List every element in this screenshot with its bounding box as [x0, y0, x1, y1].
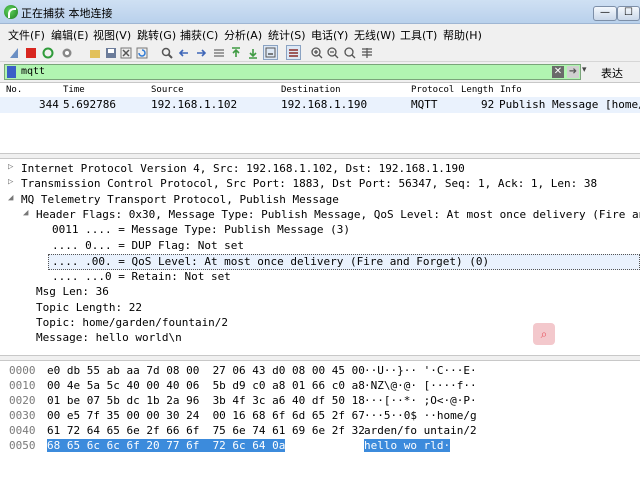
display-filter-input[interactable]: mqtt ✕ ➜	[4, 64, 581, 80]
start-capture-icon[interactable]	[6, 45, 21, 60]
menu-tools[interactable]: 工具(T)	[400, 27, 437, 43]
zoom-in-icon[interactable]	[309, 45, 324, 60]
capture-options-icon[interactable]	[59, 45, 74, 60]
go-forward-icon[interactable]	[193, 45, 208, 60]
hex-offset: 0000	[9, 364, 36, 377]
hex-offset: 0020	[9, 394, 36, 407]
title-bar: 正在捕获 本地连接 — ☐	[0, 0, 640, 24]
hex-ascii[interactable]: ··U··}·· '·C···E·	[364, 364, 477, 377]
column-length[interactable]: Length	[461, 85, 494, 95]
window-title: 正在捕获 本地连接	[21, 7, 113, 20]
packet-time: 5.692786	[63, 98, 116, 111]
menu-wireless[interactable]: 无线(W)	[354, 27, 395, 43]
main-toolbar	[0, 44, 640, 62]
restart-capture-icon[interactable]	[40, 45, 55, 60]
hex-ascii-selected[interactable]: hello wo rld·	[364, 439, 451, 452]
menu-edit[interactable]: 编辑(E)	[51, 27, 89, 43]
hex-ascii[interactable]: ···5··0$ ··home/g	[364, 409, 477, 422]
reload-file-icon[interactable]	[134, 45, 149, 60]
stop-capture-icon[interactable]	[23, 45, 38, 60]
hex-bytes[interactable]: 00 e5 7f 35 00 00 30 24 00 16 68 6f 6d 6…	[47, 409, 365, 422]
go-last-icon[interactable]	[245, 45, 260, 60]
menu-telephony[interactable]: 电话(Y)	[311, 27, 348, 43]
maximize-button[interactable]: ☐	[617, 6, 640, 21]
menu-help[interactable]: 帮助(H)	[443, 27, 482, 43]
display-filter-bar: mqtt ✕ ➜ ▾ 表达式…	[0, 62, 640, 96]
zoom-out-icon[interactable]	[325, 45, 340, 60]
filter-bookmark-icon[interactable]	[7, 66, 16, 78]
save-file-icon[interactable]	[103, 45, 118, 60]
packet-info: Publish Message [home/g	[499, 98, 640, 111]
clear-filter-icon[interactable]: ✕	[552, 66, 564, 78]
packet-protocol: MQTT	[411, 98, 438, 111]
hex-offset: 0040	[9, 424, 36, 437]
column-info[interactable]: Info	[500, 85, 522, 95]
hex-offset: 0050	[9, 439, 36, 452]
colorize-icon[interactable]	[286, 45, 301, 60]
minimize-button[interactable]: —	[593, 6, 617, 21]
find-packet-icon[interactable]	[159, 45, 174, 60]
hex-bytes[interactable]: 01 be 07 5b dc 1b 2a 96 3b 4f 3c a6 40 d…	[47, 394, 365, 407]
hex-ascii[interactable]: ·NZ\@·@· [····f··	[364, 379, 477, 392]
go-to-packet-icon[interactable]	[211, 45, 226, 60]
packet-details: ▷ Internet Protocol Version 4, Src: 192.…	[0, 159, 640, 356]
column-protocol[interactable]: Protocol	[411, 85, 454, 95]
search-icon[interactable]: ⌕	[533, 323, 555, 345]
hex-offset: 0010	[9, 379, 36, 392]
menu-file[interactable]: 文件(F)	[8, 27, 45, 43]
close-file-icon[interactable]	[118, 45, 133, 60]
hex-ascii[interactable]: arden/fo untain/2	[364, 424, 477, 437]
column-destination[interactable]: Destination	[281, 85, 341, 95]
column-time[interactable]: Time	[63, 85, 85, 95]
menu-view[interactable]: 视图(V)	[93, 27, 131, 43]
expand-arrow-icon[interactable]: ▷	[8, 162, 13, 172]
expand-arrow-icon[interactable]: ▷	[8, 177, 13, 187]
hex-bytes[interactable]: 61 72 64 65 6e 2f 66 6f 75 6e 74 61 69 6…	[47, 424, 365, 437]
packet-no: 344	[39, 98, 59, 111]
autoscroll-icon[interactable]	[263, 45, 278, 60]
packet-destination: 192.168.1.190	[281, 98, 368, 111]
menu-capture[interactable]: 捕获(C)	[180, 27, 218, 43]
packet-bytes: 0000 e0 db 55 ab aa 7d 08 00 27 06 43 d0…	[0, 360, 640, 481]
packet-source: 192.168.1.102	[151, 98, 238, 111]
go-first-icon[interactable]	[228, 45, 243, 60]
wireshark-fin-icon	[4, 5, 18, 19]
packet-length: 92	[481, 98, 495, 111]
hex-bytes[interactable]: e0 db 55 ab aa 7d 08 00 27 06 43 d0 08 0…	[47, 364, 365, 377]
packet-list: No. Time Source Destination Protocol Len…	[0, 82, 640, 154]
open-file-icon[interactable]	[87, 45, 102, 60]
filter-dropdown-icon[interactable]: ▾	[582, 65, 587, 75]
resize-columns-icon[interactable]	[359, 45, 374, 60]
menu-bar: 文件(F) 编辑(E) 视图(V) 跳转(G) 捕获(C) 分析(A) 统计(S…	[0, 24, 640, 44]
menu-analyze[interactable]: 分析(A)	[224, 27, 262, 43]
menu-statistics[interactable]: 统计(S)	[268, 27, 306, 43]
tree-item-qos-level[interactable]: .... .00. = QoS Level: At most once deli…	[48, 254, 640, 270]
apply-filter-icon[interactable]: ➜	[567, 66, 579, 78]
column-source[interactable]: Source	[151, 85, 184, 95]
column-no[interactable]: No.	[6, 85, 22, 95]
collapse-arrow-icon[interactable]: ◢	[8, 193, 13, 203]
filter-text: mqtt	[21, 66, 46, 77]
menu-go[interactable]: 跳转(G)	[137, 27, 176, 43]
collapse-arrow-icon[interactable]: ◢	[23, 208, 28, 218]
hex-bytes-selected[interactable]: 68 65 6c 6c 6f 20 77 6f 72 6c 64 0a	[47, 439, 286, 452]
hex-ascii[interactable]: ···[··*· ;O<·@·P·	[364, 394, 477, 407]
zoom-reset-icon[interactable]	[342, 45, 357, 60]
go-back-icon[interactable]	[176, 45, 191, 60]
hex-bytes[interactable]: 00 4e 5a 5c 40 00 40 06 5b d9 c0 a8 01 6…	[47, 379, 365, 392]
hex-offset: 0030	[9, 409, 36, 422]
